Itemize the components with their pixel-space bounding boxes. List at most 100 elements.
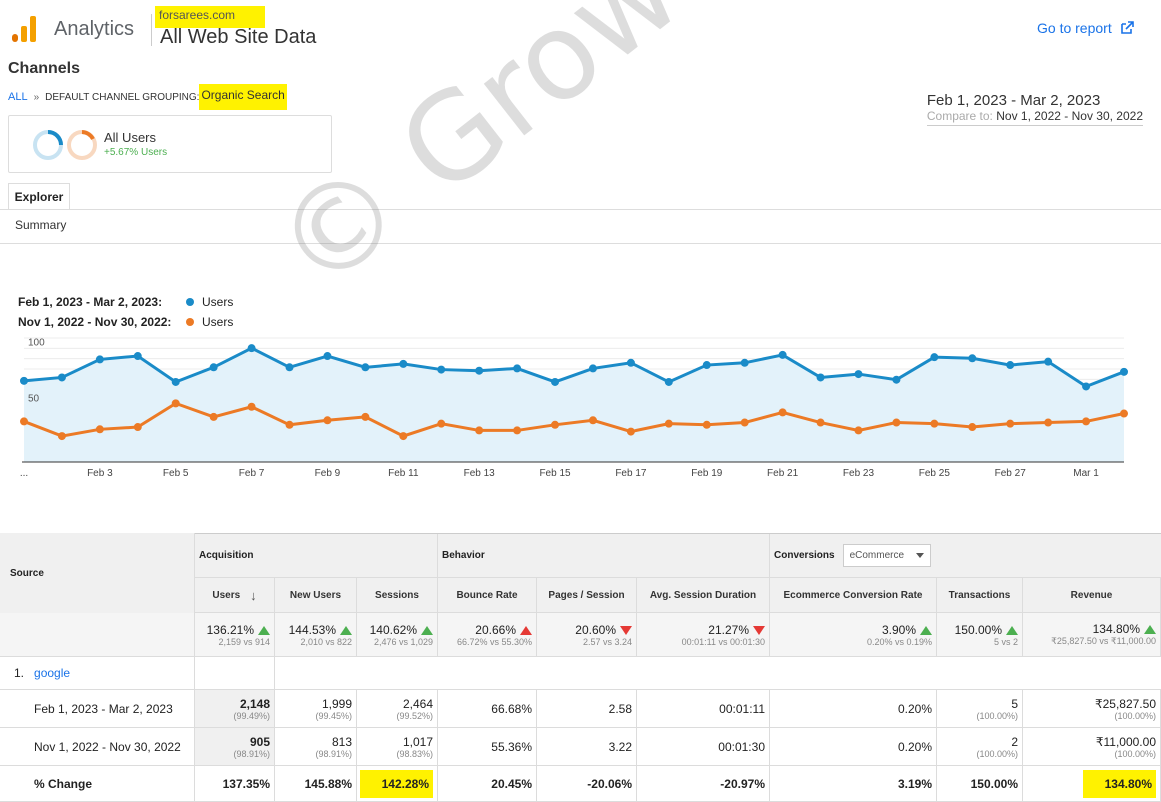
series-2-point[interactable]: [740, 418, 749, 427]
tab-explorer[interactable]: Explorer: [8, 183, 70, 210]
change-value: 20.45%: [491, 776, 532, 791]
series-2-point[interactable]: [399, 432, 408, 441]
series-2-point[interactable]: [57, 432, 66, 441]
series-2-point[interactable]: [968, 423, 977, 432]
row-index: 1.: [14, 666, 25, 680]
series-2-point[interactable]: [778, 408, 787, 417]
column-header[interactable]: Transactions: [937, 578, 1023, 612]
totals-value: 140.62%: [370, 623, 433, 637]
conversion-type-select[interactable]: eCommerce: [842, 544, 932, 567]
totals-value-text: 3.90%: [881, 622, 916, 637]
series-1-point[interactable]: [854, 370, 863, 379]
column-header[interactable]: Users ↓: [195, 578, 275, 612]
series-1-point[interactable]: [1082, 382, 1091, 391]
series-2-point[interactable]: [702, 420, 711, 429]
series-2-point[interactable]: [437, 419, 446, 428]
column-header[interactable]: Revenue: [1023, 578, 1161, 612]
column-header[interactable]: Avg. Session Duration: [637, 578, 770, 612]
series-1-point[interactable]: [930, 353, 939, 362]
column-header[interactable]: Sessions: [357, 578, 438, 612]
header-divider: [151, 14, 152, 46]
series-2-point[interactable]: [285, 420, 294, 429]
series-1-point[interactable]: [664, 377, 673, 386]
tab-summary[interactable]: Summary: [15, 218, 66, 232]
breadcrumb-all-link[interactable]: ALL: [8, 91, 28, 103]
series-1-point[interactable]: [57, 373, 66, 382]
series-2-point[interactable]: [588, 416, 597, 425]
series-1-point[interactable]: [892, 375, 901, 384]
series-2-point[interactable]: [323, 416, 332, 425]
series-2-point[interactable]: [816, 418, 825, 427]
series-1-point[interactable]: [1044, 357, 1053, 366]
property-selector[interactable]: All Web Site Data: [160, 26, 316, 49]
chart-legend: Feb 1, 2023 - Mar 2, 2023: Users Nov 1, …: [18, 292, 233, 332]
source-link-google[interactable]: google: [34, 666, 70, 680]
series-1-point[interactable]: [285, 363, 294, 372]
date-range-selector[interactable]: Feb 1, 2023 - Mar 2, 2023 Compare to: No…: [926, 92, 1143, 126]
series-1-point[interactable]: [513, 364, 522, 373]
cell-percent: (99.52%): [396, 710, 433, 721]
series-2-point[interactable]: [551, 420, 560, 429]
series-2-point[interactable]: [361, 412, 370, 421]
column-header[interactable]: New Users: [275, 578, 357, 612]
series-1-point[interactable]: [968, 354, 977, 363]
series-2-point[interactable]: [513, 426, 522, 435]
totals-sub: 66.72% vs 55.30%: [456, 636, 532, 647]
source-header[interactable]: Source: [0, 533, 195, 613]
totals-value: 150.00%: [955, 623, 1018, 637]
column-header[interactable]: Ecommerce Conversion Rate: [770, 578, 937, 612]
series-1-point[interactable]: [361, 363, 370, 372]
series-2-point[interactable]: [209, 412, 218, 421]
series-2-point[interactable]: [1120, 409, 1128, 418]
users-line-chart[interactable]: 100 50... Feb 3 Feb 5 Feb 7 Feb 9 Feb 11 Feb 13…: [0, 330, 1161, 485]
series-2-point[interactable]: [133, 423, 142, 432]
segment-change: +5.67% Users: [104, 147, 168, 158]
series-2-point[interactable]: [892, 418, 901, 427]
series-1-point[interactable]: [247, 344, 256, 353]
series-1-point[interactable]: [475, 366, 484, 375]
series-1-point[interactable]: [1120, 367, 1128, 376]
series-1-point[interactable]: [816, 373, 825, 382]
series-2-point[interactable]: [95, 425, 104, 434]
change-cell: 134.80%: [1023, 766, 1161, 801]
column-header[interactable]: Bounce Rate: [438, 578, 537, 612]
series-1-point[interactable]: [171, 377, 180, 386]
totals-value: 21.27%: [708, 623, 765, 637]
series-2-point[interactable]: [1082, 417, 1091, 426]
series-2-point[interactable]: [171, 399, 180, 408]
column-header[interactable]: Pages / Session: [537, 578, 637, 612]
go-to-report-link[interactable]: Go to report: [1037, 20, 1134, 36]
series-1-point[interactable]: [1006, 361, 1015, 370]
series-2-point[interactable]: [247, 402, 256, 411]
series-1-point[interactable]: [323, 352, 332, 361]
series-2-point[interactable]: [854, 426, 863, 435]
series-1-point[interactable]: [626, 358, 635, 367]
series-2-point[interactable]: [1006, 419, 1015, 428]
series-1-point[interactable]: [740, 358, 749, 367]
series-2-point[interactable]: [626, 427, 635, 436]
series-1-point[interactable]: [778, 350, 787, 359]
series-1-point[interactable]: [437, 365, 446, 374]
series-1-point[interactable]: [20, 376, 28, 385]
series-2-point[interactable]: [1044, 418, 1053, 427]
series-2-point[interactable]: [664, 419, 673, 428]
series-1-point[interactable]: [399, 359, 408, 368]
series-1-point[interactable]: [95, 355, 104, 364]
series-1-point[interactable]: [133, 352, 142, 361]
series-1-point[interactable]: [588, 364, 597, 373]
series-2-point[interactable]: [20, 417, 28, 426]
account-name[interactable]: forsarees.com: [155, 6, 266, 28]
segment-card[interactable]: All Users +5.67% Users: [8, 115, 332, 173]
x-tick-label: Feb 15: [539, 468, 571, 479]
series-1-point[interactable]: [551, 377, 560, 386]
totals-value-text: 144.53%: [288, 622, 336, 637]
series-2-point[interactable]: [930, 419, 939, 428]
analytics-logo[interactable]: [12, 16, 38, 42]
cell-value: 00:01:30: [718, 739, 765, 754]
source-row-google: 1. google: [0, 657, 1161, 690]
table-row: Feb 1, 2023 - Mar 2, 2023 2,148 (99.49%) 1,…: [0, 690, 1161, 728]
series-2-point[interactable]: [475, 426, 484, 435]
legend-dot-2: [186, 318, 194, 326]
series-1-point[interactable]: [702, 361, 711, 370]
series-1-point[interactable]: [209, 363, 218, 372]
